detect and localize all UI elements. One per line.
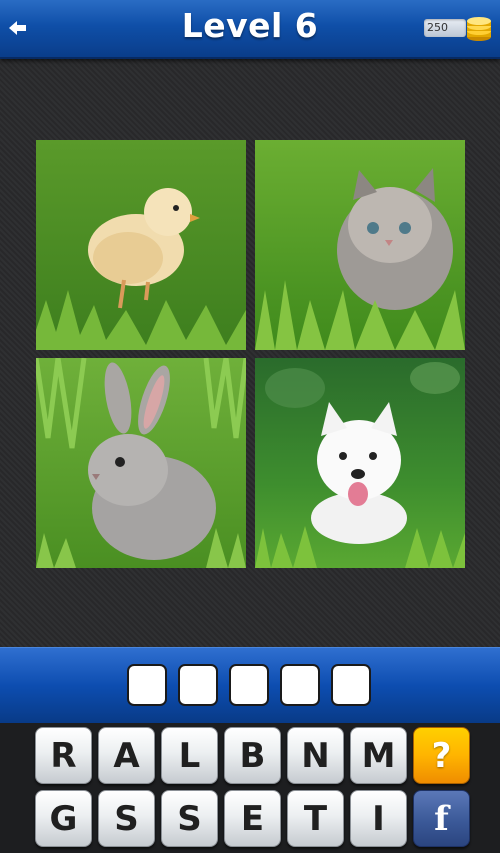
letter-key[interactable]: G — [35, 790, 92, 847]
coin-stack-icon — [467, 17, 491, 41]
letter-key[interactable]: E — [224, 790, 281, 847]
bunny-photo — [36, 358, 246, 568]
picture-grid — [36, 140, 466, 568]
letter-key[interactable]: M — [350, 727, 407, 784]
picture-2[interactable] — [255, 140, 465, 350]
answer-slot[interactable] — [178, 664, 218, 706]
letter-key[interactable]: B — [224, 727, 281, 784]
answer-slot[interactable] — [331, 664, 371, 706]
letter-key[interactable]: N — [287, 727, 344, 784]
chick-photo — [36, 140, 246, 350]
answer-slot[interactable] — [229, 664, 269, 706]
puppy-photo — [255, 358, 465, 568]
kitten-photo — [255, 140, 465, 350]
picture-3[interactable] — [36, 358, 246, 568]
facebook-share-button[interactable]: f — [413, 790, 470, 847]
answer-slot[interactable] — [127, 664, 167, 706]
letter-key[interactable]: I — [350, 790, 407, 847]
hint-button[interactable]: ? — [413, 727, 470, 784]
coin-counter[interactable]: 250 — [424, 16, 494, 42]
letter-key[interactable]: L — [161, 727, 218, 784]
answer-slot[interactable] — [280, 664, 320, 706]
picture-1[interactable] — [36, 140, 246, 350]
coin-count: 250 — [424, 19, 466, 37]
letter-key[interactable]: T — [287, 790, 344, 847]
letter-key[interactable]: A — [98, 727, 155, 784]
top-bar: Level 6 250 — [0, 0, 500, 59]
picture-4[interactable] — [255, 358, 465, 568]
letter-keyboard: R A L B N M ? G S S E T I f — [0, 723, 500, 853]
letter-key[interactable]: S — [161, 790, 218, 847]
letter-key[interactable]: R — [35, 727, 92, 784]
letter-key[interactable]: S — [98, 790, 155, 847]
